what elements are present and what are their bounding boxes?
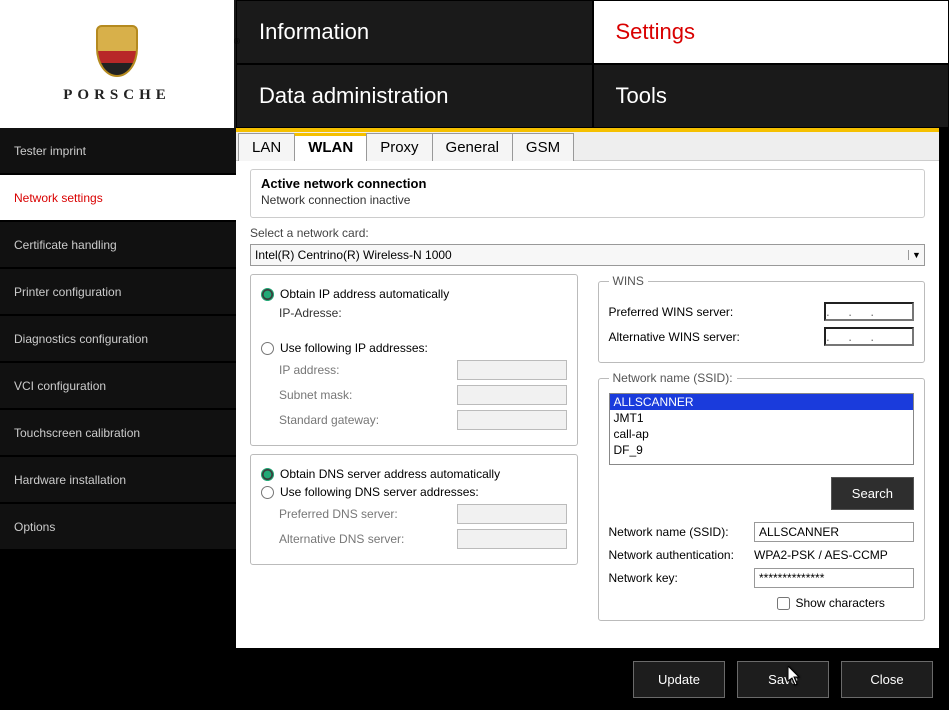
tab-gsm[interactable]: GSM	[512, 133, 574, 161]
label-ssid-auth: Network authentication:	[609, 548, 734, 562]
radio-dns-auto[interactable]	[261, 468, 274, 481]
main-panel: LAN WLAN Proxy General GSM Active networ…	[236, 128, 939, 648]
radio-ip-auto[interactable]	[261, 288, 274, 301]
label-dns-auto: Obtain DNS server address automatically	[280, 467, 500, 481]
label-dns-pref: Preferred DNS server:	[279, 507, 398, 521]
input-ssid-key[interactable]	[754, 568, 914, 588]
label-gateway: Standard gateway:	[279, 413, 379, 427]
ssid-item-1[interactable]: JMT1	[610, 410, 914, 426]
sidebar-item-options[interactable]: Options	[0, 504, 236, 551]
ssid-item-0[interactable]: ALLSCANNER	[610, 394, 914, 410]
label-ip-address: IP address:	[279, 363, 339, 377]
network-card-label: Select a network card:	[250, 226, 925, 240]
radio-ip-manual[interactable]	[261, 342, 274, 355]
radio-dns-manual[interactable]	[261, 486, 274, 499]
value-ssid-auth: WPA2-PSK / AES-CCMP	[754, 548, 914, 562]
label-ssid-name: Network name (SSID):	[609, 525, 729, 539]
label-dns-alt: Alternative DNS server:	[279, 532, 404, 546]
update-button[interactable]: Update	[633, 661, 725, 698]
input-ssid-name[interactable]	[754, 522, 914, 542]
dns-settings-group: Obtain DNS server address automatically …	[250, 454, 578, 565]
ssid-list[interactable]: ALLSCANNER JMT1 call-ap DF_9	[609, 393, 915, 465]
ssid-group: Network name (SSID): ALLSCANNER JMT1 cal…	[598, 371, 926, 621]
input-ip-address	[457, 360, 567, 380]
label-ip-adresse: IP-Adresse:	[279, 306, 342, 320]
label-ip-auto: Obtain IP address automatically	[280, 287, 449, 301]
close-button[interactable]: Close	[841, 661, 933, 698]
active-connection-status: Network connection inactive	[261, 193, 914, 207]
wins-legend: WINS	[609, 274, 648, 288]
shield-icon	[96, 25, 138, 77]
network-card-select[interactable]: Intel(R) Centrino(R) Wireless-N 1000 ▼	[250, 244, 925, 266]
sidebar-item-touchscreen-calibration[interactable]: Touchscreen calibration	[0, 410, 236, 457]
input-dns-pref	[457, 504, 567, 524]
tab-lan[interactable]: LAN	[238, 133, 295, 161]
input-gateway	[457, 410, 567, 430]
ssid-item-2[interactable]: call-ap	[610, 426, 914, 442]
tab-general[interactable]: General	[432, 133, 513, 161]
footer: Update Save Close	[0, 648, 949, 710]
label-wins-pref: Preferred WINS server:	[609, 305, 734, 319]
label-show-characters: Show characters	[796, 596, 885, 610]
brand-logo: ® PORSCHE	[0, 0, 236, 128]
input-subnet	[457, 385, 567, 405]
subtab-row: LAN WLAN Proxy General GSM	[236, 132, 939, 161]
chevron-down-icon: ▼	[908, 250, 924, 260]
sidebar-item-vci-configuration[interactable]: VCI configuration	[0, 363, 236, 410]
top-tab-information[interactable]: Information	[236, 0, 593, 64]
input-wins-pref[interactable]	[824, 302, 914, 321]
tab-proxy[interactable]: Proxy	[366, 133, 432, 161]
wins-group: WINS Preferred WINS server: Alternative …	[598, 274, 926, 363]
sidebar-item-hardware-installation[interactable]: Hardware installation	[0, 457, 236, 504]
sidebar-item-diagnostics-configuration[interactable]: Diagnostics configuration	[0, 316, 236, 363]
ssid-legend: Network name (SSID):	[609, 371, 737, 385]
save-button[interactable]: Save	[737, 661, 829, 698]
ssid-item-3[interactable]: DF_9	[610, 442, 914, 458]
network-card-value: Intel(R) Centrino(R) Wireless-N 1000	[255, 248, 452, 262]
sidebar-item-network-settings[interactable]: Network settings	[0, 175, 236, 222]
input-wins-alt[interactable]	[824, 327, 914, 346]
top-tab-tools[interactable]: Tools	[593, 64, 949, 128]
checkbox-show-characters[interactable]	[777, 597, 790, 610]
ip-settings-group: Obtain IP address automatically IP-Adres…	[250, 274, 578, 446]
sidebar: Tester imprint Network settings Certific…	[0, 128, 236, 710]
input-dns-alt	[457, 529, 567, 549]
active-connection-group: Active network connection Network connec…	[250, 169, 925, 218]
tab-wlan[interactable]: WLAN	[294, 133, 367, 161]
label-wins-alt: Alternative WINS server:	[609, 330, 740, 344]
brand-name: PORSCHE	[63, 87, 171, 104]
search-button[interactable]: Search	[831, 477, 914, 510]
label-ip-manual: Use following IP addresses:	[280, 341, 428, 355]
label-dns-manual: Use following DNS server addresses:	[280, 485, 479, 499]
sidebar-item-certificate-handling[interactable]: Certificate handling	[0, 222, 236, 269]
sidebar-item-printer-configuration[interactable]: Printer configuration	[0, 269, 236, 316]
active-connection-title: Active network connection	[261, 176, 914, 191]
top-tab-data-admin[interactable]: Data administration	[236, 64, 593, 128]
top-tab-settings[interactable]: Settings	[593, 0, 949, 64]
label-ssid-key: Network key:	[609, 571, 678, 585]
sidebar-item-tester-imprint[interactable]: Tester imprint	[0, 128, 236, 175]
label-subnet: Subnet mask:	[279, 388, 352, 402]
